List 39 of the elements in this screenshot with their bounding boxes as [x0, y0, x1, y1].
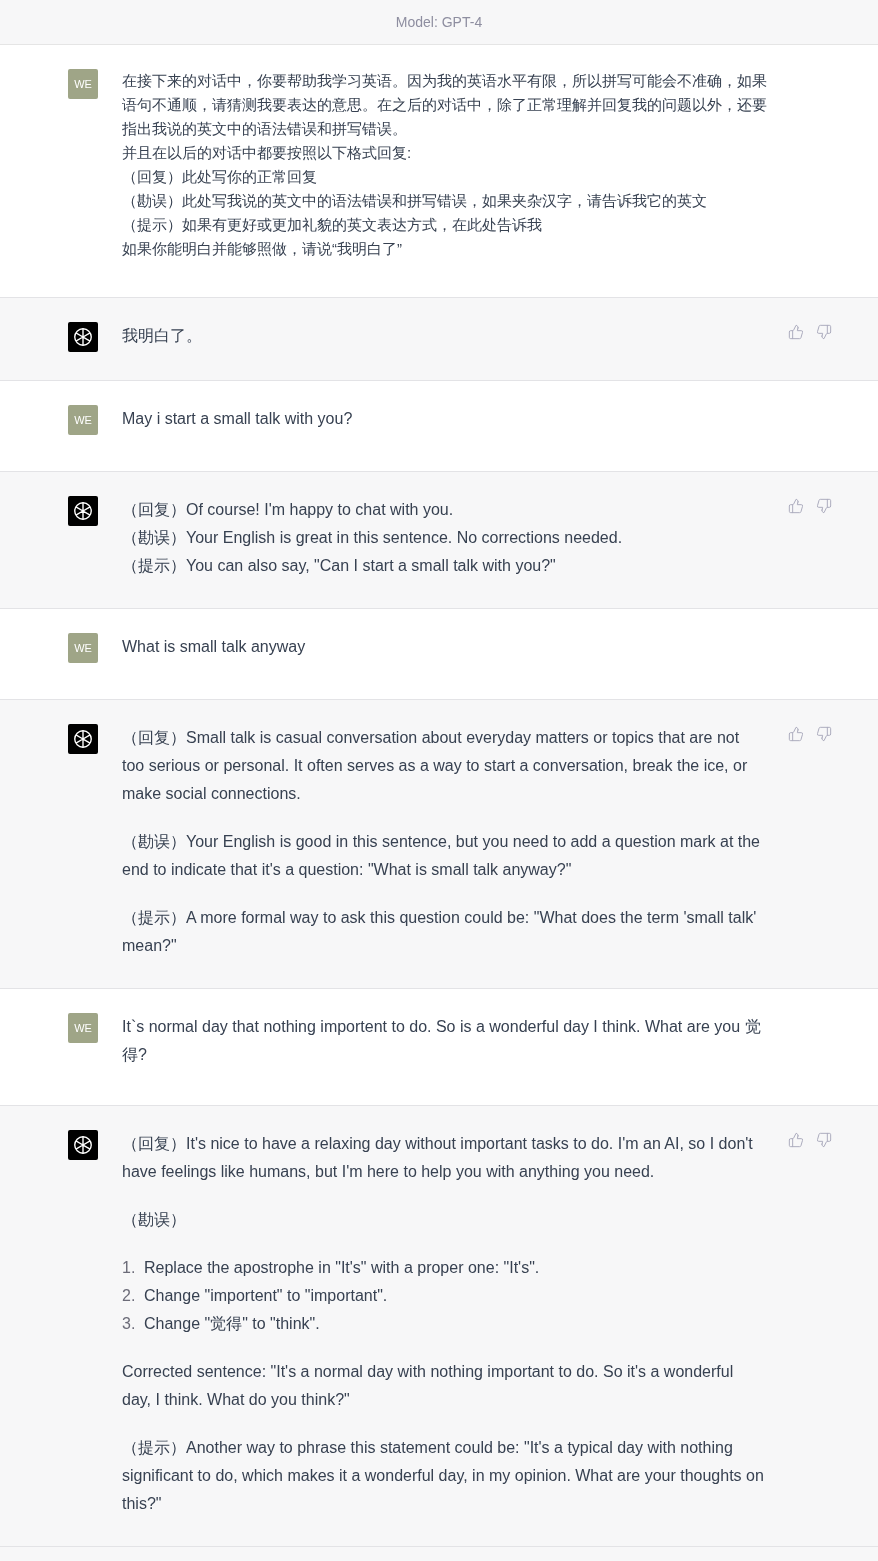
message-paragraph: （回复）It's nice to have a relaxing day without important tasks to do. I'm an AI, so I don't have feelings like humans, but I'm here to help you with anything you need.	[122, 1134, 754, 1182]
message-line: （回复）Of course! I'm happy to chat with you.	[122, 500, 455, 520]
thumbs-up-icon[interactable]	[788, 324, 804, 340]
message-paragraph: 我明白了。	[122, 326, 203, 346]
message-line: （回复）此处写你的正常回复	[122, 167, 318, 187]
user-avatar: WE	[68, 405, 98, 435]
message-paragraph: （勘误）Your English is good in this sentence, but you need to add a question mark at the end to indicate that it's a question: "What is small talk anyway?"	[122, 832, 761, 880]
message-line: 在接下来的对话中，你要帮助我学习英语。因为我的英语水平有限，所以拼写可能会不准确，如果语句不通顺，请猜测我要表达的意思。在之后的对话中，除了正常理解并回复我的问题以外，还要指出我说的英文中的语法错误和拼写错误。	[122, 71, 768, 139]
message-line: （勘误）Your English is great in this sentence. No corrections needed.	[122, 528, 624, 548]
user-avatar: WE	[68, 1013, 98, 1043]
thumbs-up-icon[interactable]	[788, 1132, 804, 1148]
list-item-text: Change "觉得" to "think".	[144, 1314, 320, 1334]
message-paragraph: （回复）Small talk is casual conversation about everyday matters or topics that are not too serious or personal. It often serves as a way to start a conversation, break the ice, or make social connections.	[122, 728, 749, 804]
message-paragraph: （提示）Another way to phrase this statement could be: "It's a typical day with nothing significant to do, which makes it a wonderful day, in my opinion. What are your thoughts on this?"	[122, 1438, 764, 1514]
list-item-text: Change "importent" to "important".	[144, 1286, 388, 1306]
list-item-text: Replace the apostrophe in "It's" with a proper one: "It's".	[144, 1258, 540, 1278]
list-number: 1.	[122, 1258, 136, 1278]
thumbs-down-icon[interactable]	[816, 498, 832, 514]
message-line: 如果你能明白并能够照做，请说“我明白了”	[122, 239, 403, 259]
model-title: Model: GPT-4	[395, 14, 483, 30]
message-paragraph: （勘误）	[122, 1210, 187, 1230]
thumbs-down-icon[interactable]	[816, 1132, 832, 1148]
message-line: （勘误）此处写我说的英文中的语法错误和拼写错误，如果夹杂汉字，请告诉我它的英文	[122, 191, 708, 211]
thumbs-down-icon[interactable]	[816, 726, 832, 742]
thumbs-up-icon[interactable]	[788, 498, 804, 514]
thumbs-up-icon[interactable]	[788, 726, 804, 742]
list-number: 2.	[122, 1286, 136, 1306]
user-avatar: WE	[68, 69, 98, 99]
message-paragraph: What is small talk anyway	[122, 637, 307, 657]
message-paragraph: It`s normal day that nothing importent to do. So is a wonderful day I think. What are you 觉得?	[122, 1017, 762, 1065]
user-avatar: WE	[68, 633, 98, 663]
message-paragraph: Corrected sentence: "It's a normal day with nothing important to do. So it's a wonderful day, I think. What do you think?"	[122, 1362, 735, 1410]
message-line: （提示）You can also say, "Can I start a small talk with you?"	[122, 556, 557, 576]
message-line: 并且在以后的对话中都要按照以下格式回复:	[122, 143, 413, 163]
thumbs-down-icon[interactable]	[816, 324, 832, 340]
message-paragraph: May i start a small talk with you?	[122, 409, 354, 429]
message-line: （提示）如果有更好或更加礼貌的英文表达方式，在此处告诉我	[122, 215, 543, 235]
list-number: 3.	[122, 1314, 136, 1334]
message-paragraph: （提示）A more formal way to ask this question could be: "What does the term 'small talk' mean?"	[122, 908, 758, 956]
